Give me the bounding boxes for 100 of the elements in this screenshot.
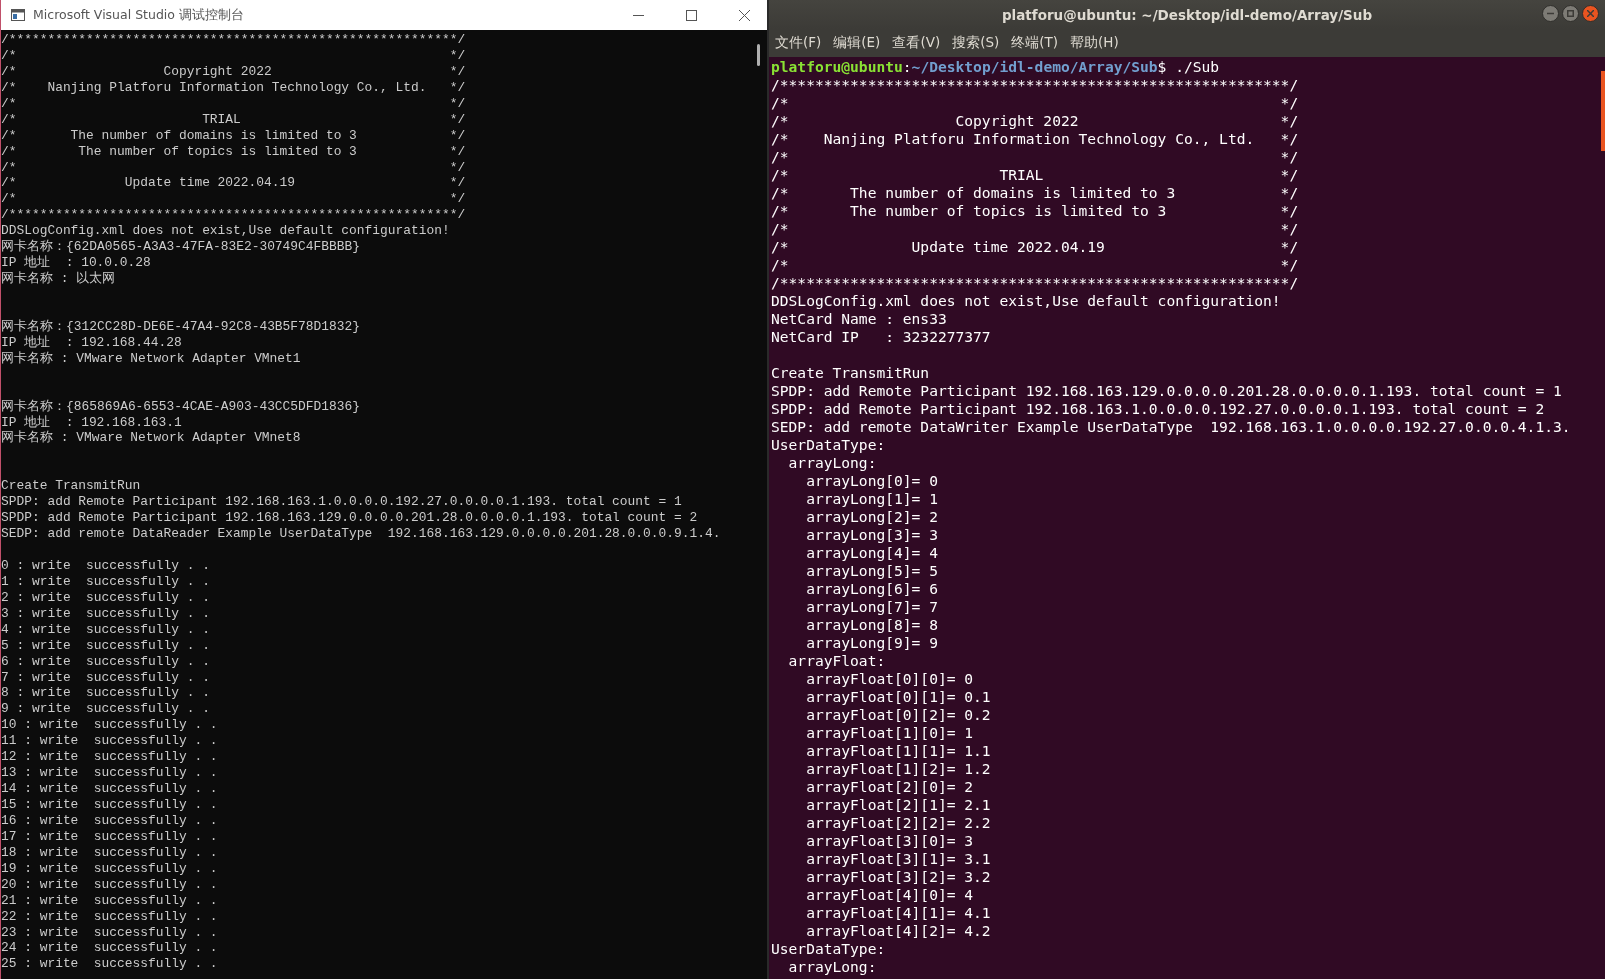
console-line: arrayLong[8]= 8 bbox=[805, 616, 939, 634]
console-line: 12 : write successfully . . bbox=[1, 749, 219, 766]
console-line: /* */ bbox=[1, 47, 467, 64]
console-line: /* The number of topics is limited to 3 */ bbox=[771, 202, 1300, 220]
maximize-icon bbox=[1567, 10, 1574, 17]
console-line: /* Nanjing Platforu Information Technology Co., Ltd. */ bbox=[1, 79, 467, 96]
console-line: /**********************************************************/ bbox=[771, 76, 1300, 94]
console-line: arrayFloat[4][1]= 4.1 bbox=[805, 904, 992, 922]
console-line: 22 : write successfully . . bbox=[1, 908, 219, 925]
console-line: arrayFloat[1][0]= 1 bbox=[805, 724, 975, 742]
scrollbar-thumb[interactable] bbox=[1601, 71, 1605, 151]
console-line: /* */ bbox=[771, 256, 1300, 274]
console-line: Create TransmitRun bbox=[1, 478, 142, 495]
window-title: platforu@ubuntu: ~/Desktop/idl-demo/Array/Sub bbox=[1001, 6, 1373, 23]
console-line: 4 : write successfully . . bbox=[1, 621, 211, 638]
console-line: UserDataType: bbox=[771, 436, 887, 454]
console-line: 网卡名称：{865869A6-6553-4CAE-A903-43CC5DFD1836} bbox=[1, 398, 361, 415]
menu-item[interactable]: 搜索(S) bbox=[952, 34, 1000, 52]
console-line: /* TRIAL */ bbox=[1, 111, 467, 128]
console-line: 21 : write successfully . . bbox=[1, 892, 219, 909]
console-line: arrayLong[1]= 1 bbox=[805, 490, 939, 508]
console-line: arrayFloat[4][0]= 4 bbox=[805, 886, 975, 904]
console-line: 11 : write successfully . . bbox=[1, 733, 219, 750]
maximize-button[interactable] bbox=[1562, 5, 1579, 22]
console-line: arrayFloat[3][2]= 3.2 bbox=[805, 868, 992, 886]
console-line: /* */ bbox=[771, 220, 1300, 238]
console-line: arrayFloat[2][1]= 2.1 bbox=[805, 796, 992, 814]
console-line: arrayLong[6]= 6 bbox=[805, 580, 939, 598]
prompt-separator: : bbox=[902, 58, 912, 75]
minimize-icon bbox=[1547, 10, 1554, 17]
console-line: 9 : write successfully . . bbox=[1, 701, 211, 718]
console-line: SEDP: add remote DataReader Example UserDataType 192.168.163.129.0.0.0.0.201.28.0.0.0.9.1.4. bbox=[1, 526, 722, 542]
menu-item[interactable]: 文件(F) bbox=[775, 34, 822, 52]
console-line: /* Copyright 2022 */ bbox=[771, 112, 1300, 130]
console-line: 5 : write successfully . . bbox=[1, 637, 211, 654]
console-line: /**********************************************************/ bbox=[1, 32, 467, 48]
console-line: arrayLong[0]= 0 bbox=[805, 472, 939, 490]
console-line: 网卡名称 : VMware Network Adapter VMnet8 bbox=[1, 430, 302, 447]
console-app-icon bbox=[11, 9, 25, 21]
console-line: 6 : write successfully . . bbox=[1, 653, 211, 670]
console-line: /* Copyright 2022 */ bbox=[1, 63, 467, 80]
console-line: 25 : write successfully . . bbox=[1, 956, 219, 973]
console-line: 15 : write successfully . . bbox=[1, 797, 219, 813]
console-line: /* */ bbox=[1, 95, 467, 112]
console-line: IP 地址 : 10.0.0.28 bbox=[1, 255, 152, 271]
console-line: SEDP: add remote DataWriter Example UserDataType 192.168.163.1.0.0.0.0.192.27.0.0.0.4.1.3. bbox=[771, 418, 1572, 436]
console-line: 0 : write successfully . . bbox=[1, 557, 211, 574]
console-line: SPDP: add Remote Participant 192.168.163.1.0.0.0.0.192.27.0.0.0.0.1.193. total count = 2 bbox=[771, 400, 1546, 418]
prompt-path: ~/Desktop/idl-demo/Array/Sub bbox=[911, 58, 1158, 75]
close-button[interactable] bbox=[1582, 5, 1599, 22]
console-line: /* TRIAL */ bbox=[771, 166, 1300, 184]
console-line: arrayLong: bbox=[787, 958, 878, 976]
minimize-button[interactable] bbox=[1542, 5, 1559, 22]
menu-item[interactable]: 查看(V) bbox=[892, 34, 941, 52]
console-line: SPDP: add Remote Participant 192.168.163.129.0.0.0.0.201.28.0.0.0.0.1.193. total count = 1 bbox=[771, 382, 1563, 400]
console-line: 17 : write successfully . . bbox=[1, 828, 219, 845]
console-line: arrayLong[9]= 9 bbox=[805, 634, 939, 652]
console-line: arrayFloat: bbox=[787, 652, 887, 670]
console-line: DDSLogConfig.xml does not exist,Use default configuration! bbox=[771, 292, 1282, 310]
console-line: /* The number of domains is limited to 3 */ bbox=[1, 127, 467, 144]
console-line: arrayLong[7]= 7 bbox=[805, 598, 939, 616]
console-line: arrayLong[4]= 4 bbox=[805, 544, 939, 562]
window-title: Microsoft Visual Studio 调试控制台 bbox=[33, 6, 245, 24]
console-line: arrayLong: bbox=[787, 454, 878, 472]
console-line: 19 : write successfully . . bbox=[1, 860, 219, 877]
console-line: 16 : write successfully . . bbox=[1, 812, 219, 829]
console-line: /* Update time 2022.04.19 */ bbox=[1, 175, 467, 192]
console-line: arrayFloat[1][1]= 1.1 bbox=[805, 742, 992, 760]
console-line: 1 : write successfully . . bbox=[1, 573, 211, 590]
console-line: /* */ bbox=[1, 159, 467, 176]
console-line: arrayLong[3]= 3 bbox=[805, 526, 939, 544]
scrollbar-thumb[interactable] bbox=[756, 44, 760, 66]
console-line: 24 : write successfully . . bbox=[1, 940, 219, 957]
console-line: arrayFloat[0][2]= 0.2 bbox=[805, 706, 992, 724]
console-line: /* Nanjing Platforu Information Technology Co., Ltd. */ bbox=[771, 130, 1300, 148]
console-line: arrayLong[5]= 5 bbox=[805, 562, 939, 580]
console-line: DDSLogConfig.xml does not exist,Use default configuration! bbox=[1, 223, 451, 239]
console-line: SPDP: add Remote Participant 192.168.163.129.0.0.0.0.201.28.0.0.0.0.1.193. total count = 2 bbox=[1, 510, 699, 527]
console-line: 13 : write successfully . . bbox=[1, 765, 219, 782]
menu-item[interactable]: 编辑(E) bbox=[833, 34, 881, 52]
console-line: UserDataType: bbox=[771, 940, 887, 958]
close-icon bbox=[739, 9, 750, 21]
menu-item[interactable]: 帮助(H) bbox=[1070, 34, 1119, 52]
console-line: Create TransmitRun bbox=[771, 364, 931, 382]
console-line: NetCard Name : ens33 bbox=[771, 310, 948, 328]
maximize-icon bbox=[686, 9, 697, 21]
console-line: 2 : write successfully . . bbox=[1, 589, 211, 606]
console-line: /* Update time 2022.04.19 */ bbox=[771, 238, 1300, 256]
console-line: arrayFloat[4][2]= 4.2 bbox=[805, 922, 992, 940]
console-line: IP 地址 : 192.168.44.28 bbox=[1, 334, 183, 351]
menu-item[interactable]: 终端(T) bbox=[1011, 34, 1059, 52]
prompt-user: platforu@ubuntu bbox=[771, 58, 903, 75]
console-line: arrayLong[2]= 2 bbox=[805, 508, 939, 526]
console-line: SPDP: add Remote Participant 192.168.163.1.0.0.0.0.192.27.0.0.0.0.1.193. total count = 1 bbox=[1, 494, 683, 511]
console-line: /**********************************************************/ bbox=[771, 274, 1300, 292]
console-line: 8 : write successfully . . bbox=[1, 685, 211, 702]
close-icon bbox=[1587, 10, 1594, 17]
console-line: arrayFloat[1][2]= 1.2 bbox=[805, 760, 992, 778]
console-line: 23 : write successfully . . bbox=[1, 924, 219, 941]
console-line: 网卡名称：{62DA0565-A3A3-47FA-83E2-30749C4FBBBB} bbox=[1, 239, 361, 255]
